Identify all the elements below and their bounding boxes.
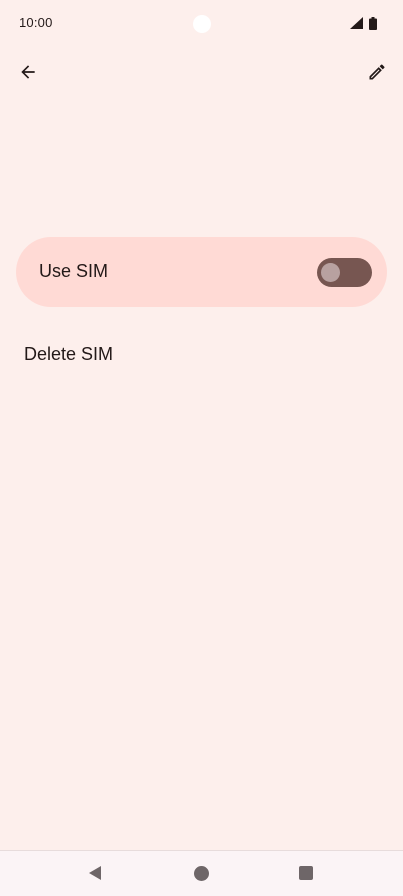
use-sim-label: Use SIM bbox=[39, 261, 109, 281]
nav-recents-icon[interactable] bbox=[299, 866, 313, 880]
use-sim-toggle[interactable] bbox=[317, 258, 372, 287]
status-time: 10:00 bbox=[19, 15, 53, 30]
use-sim-row[interactable]: Use SIM bbox=[16, 237, 387, 307]
back-button[interactable] bbox=[14, 60, 42, 88]
status-icons bbox=[350, 16, 377, 30]
toggle-thumb bbox=[321, 263, 340, 282]
app-bar bbox=[0, 52, 403, 96]
status-bar: 10:00 bbox=[0, 0, 403, 46]
signal-icon bbox=[350, 17, 363, 29]
arrow-back-icon bbox=[18, 62, 38, 87]
camera-cutout bbox=[193, 15, 211, 33]
pencil-icon bbox=[367, 62, 387, 87]
nav-home-icon[interactable] bbox=[194, 866, 209, 881]
delete-sim-item[interactable]: Delete SIM bbox=[0, 330, 403, 378]
edit-button[interactable] bbox=[363, 60, 391, 88]
screen: 10:00 Use SIM Delete SIM bbox=[0, 0, 403, 896]
delete-sim-label: Delete SIM bbox=[24, 344, 114, 364]
navigation-bar bbox=[0, 850, 403, 896]
battery-icon bbox=[369, 16, 377, 30]
nav-back-icon[interactable] bbox=[87, 865, 103, 881]
